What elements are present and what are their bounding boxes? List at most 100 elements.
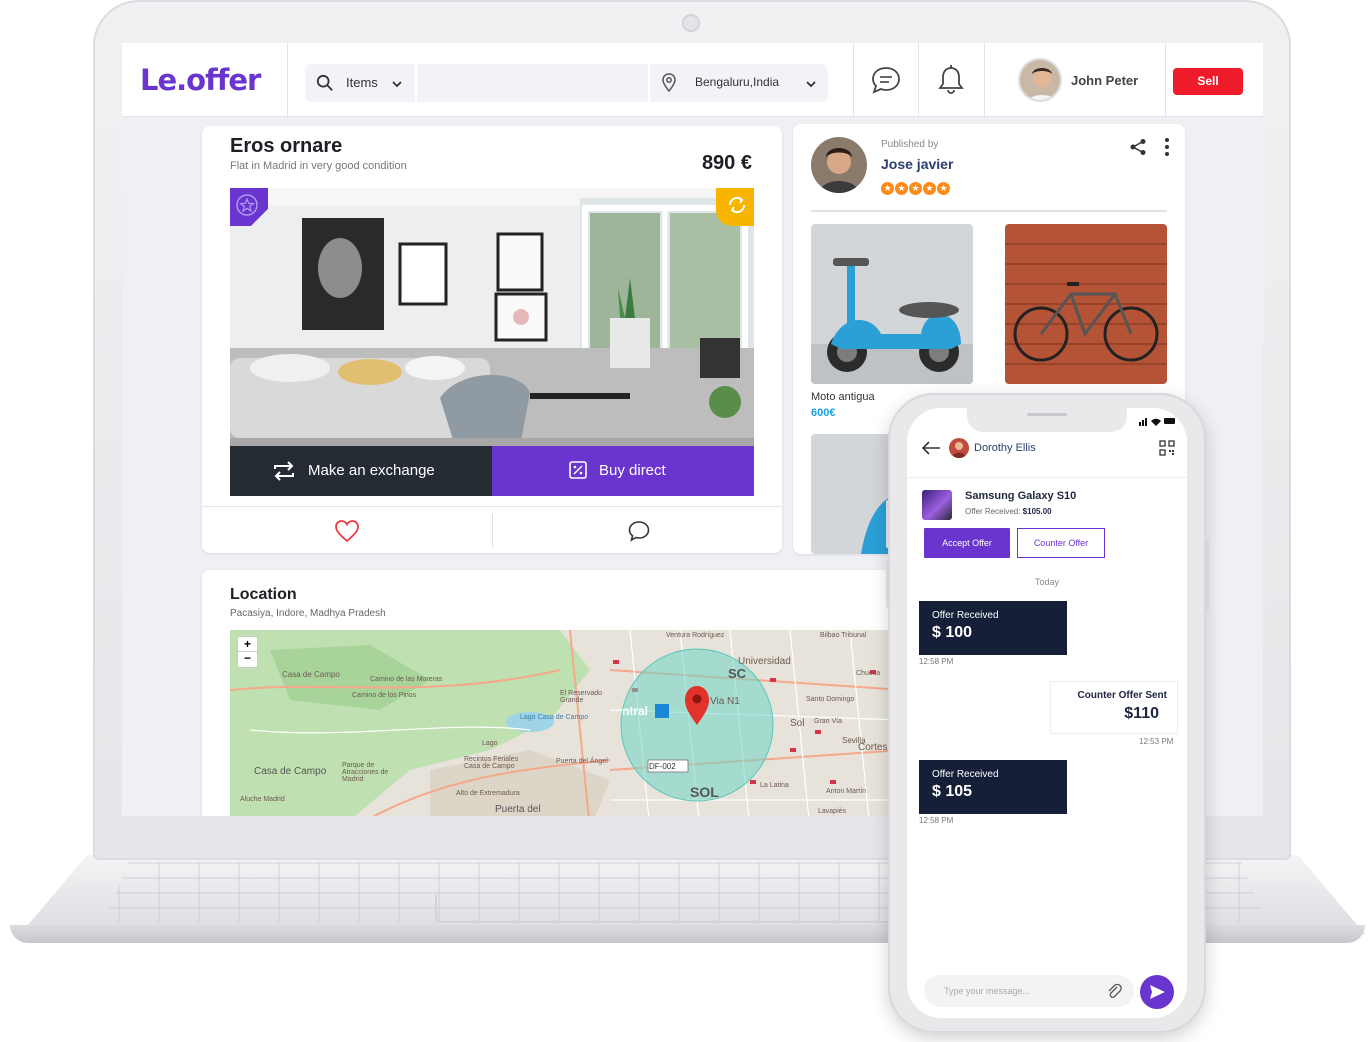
make-exchange-button[interactable]: Make an exchange bbox=[230, 446, 492, 496]
listing-subtitle: Flat in Madrid in very good condition bbox=[230, 160, 407, 172]
heart-icon[interactable] bbox=[334, 519, 360, 543]
divider bbox=[415, 64, 417, 102]
product-thumbnail[interactable] bbox=[811, 224, 973, 384]
phone-side-button bbox=[886, 560, 890, 608]
chevron-down-icon[interactable] bbox=[391, 78, 403, 90]
date-divider: Today bbox=[1034, 577, 1060, 587]
offer-received-value: $105.00 bbox=[1022, 507, 1052, 516]
map-pin-icon bbox=[662, 73, 676, 93]
user-name[interactable]: John Peter bbox=[1071, 73, 1138, 88]
phone-side-button bbox=[886, 500, 890, 548]
product-name[interactable]: Moto antigua bbox=[811, 391, 875, 403]
zoom-in-button[interactable]: + bbox=[238, 637, 257, 652]
back-arrow-icon[interactable] bbox=[921, 440, 941, 456]
location-map[interactable]: + − Universidad Sol Casa de Campo Puerta … bbox=[230, 630, 902, 816]
seller-rating: ★ ★ ★ ★ ★ bbox=[881, 178, 951, 196]
map-label: Lago bbox=[482, 740, 498, 747]
map-label: Chueca bbox=[856, 670, 881, 677]
product-thumbnail[interactable] bbox=[922, 490, 952, 520]
map-label: La Latina bbox=[760, 782, 789, 789]
search-icon bbox=[316, 74, 333, 91]
message-amount: $110 bbox=[1124, 705, 1159, 722]
star-icon: ★ bbox=[909, 182, 922, 195]
exchange-icon bbox=[274, 461, 294, 481]
search-bar[interactable]: Items Bengaluru,India bbox=[305, 64, 828, 102]
sell-button[interactable]: Sell bbox=[1173, 68, 1243, 95]
trackpad bbox=[435, 895, 935, 923]
listing-card: Eros ornare Flat in Madrid in very good … bbox=[202, 126, 782, 553]
buy-direct-button[interactable]: Buy direct bbox=[492, 446, 754, 496]
published-by-label: Published by bbox=[881, 139, 939, 150]
map-label: Parque de Atracciones de Madrid bbox=[342, 762, 389, 783]
divider bbox=[648, 64, 650, 102]
map-label: Lavapiés bbox=[818, 808, 847, 815]
message-input[interactable]: Type your message... bbox=[924, 975, 1134, 1007]
map-label: Lago Casa de Campo bbox=[520, 714, 589, 721]
divider bbox=[811, 210, 1167, 212]
bell-icon[interactable] bbox=[934, 63, 968, 97]
send-icon bbox=[1150, 985, 1165, 999]
map-label: Camino de las Moreras bbox=[370, 676, 443, 683]
seller-avatar[interactable] bbox=[811, 137, 867, 193]
message-time: 12:58 PM bbox=[919, 657, 954, 666]
accept-offer-button[interactable]: Accept Offer bbox=[924, 528, 1010, 558]
divider bbox=[853, 43, 854, 117]
counter-offer-button[interactable]: Counter Offer bbox=[1017, 528, 1105, 558]
message-bubble-sent: Counter Offer Sent $110 bbox=[1050, 681, 1178, 734]
speaker bbox=[1027, 413, 1067, 416]
divider bbox=[1165, 43, 1166, 117]
message-input-placeholder: Type your message... bbox=[944, 986, 1031, 996]
divider bbox=[202, 506, 782, 507]
buy-direct-label: Buy direct bbox=[599, 462, 666, 479]
logo[interactable]: Le.offer bbox=[140, 63, 261, 97]
message-label: Counter Offer Sent bbox=[1077, 690, 1167, 701]
product-price: 600€ bbox=[811, 407, 836, 419]
offer-received-summary: Offer Received: $105.00 bbox=[965, 507, 1052, 516]
location-select-label[interactable]: Bengaluru,India bbox=[695, 75, 779, 89]
map-label: Santo Domingo bbox=[806, 696, 855, 703]
map-label: El Reservado Grande bbox=[560, 690, 603, 704]
attachment-icon[interactable] bbox=[1106, 983, 1122, 999]
map-label: ntral bbox=[622, 704, 649, 718]
chevron-down-icon[interactable] bbox=[805, 78, 817, 90]
contact-avatar[interactable] bbox=[949, 438, 969, 458]
qr-code-icon[interactable] bbox=[1159, 440, 1175, 456]
offer-received-label: Offer Received: bbox=[965, 507, 1021, 516]
discount-tag-icon bbox=[569, 461, 587, 479]
star-icon: ★ bbox=[937, 182, 950, 195]
chat-header: Dorothy Ellis bbox=[907, 432, 1187, 478]
listing-photo[interactable] bbox=[230, 188, 754, 446]
status-bar-icons bbox=[1139, 418, 1175, 426]
message-label: Offer Received bbox=[932, 769, 999, 780]
send-button[interactable] bbox=[1140, 975, 1174, 1009]
phone-screen: Dorothy Ellis Samsung Galaxy S10 Offer R… bbox=[907, 408, 1187, 1018]
exchange-badge bbox=[716, 188, 754, 226]
map-label: Casa de Campo bbox=[254, 766, 327, 777]
divider bbox=[287, 43, 288, 117]
comment-icon[interactable] bbox=[627, 519, 651, 543]
map-zoom-control[interactable]: + − bbox=[237, 636, 258, 668]
more-options-icon[interactable] bbox=[1163, 137, 1171, 157]
avatar[interactable] bbox=[1018, 58, 1062, 102]
product-thumbnail[interactable] bbox=[1005, 224, 1167, 384]
category-select-label[interactable]: Items bbox=[346, 75, 378, 90]
message-bubble-received: Offer Received $ 105 bbox=[919, 760, 1067, 814]
message-time: 12:58 PM bbox=[919, 816, 954, 825]
share-icon[interactable] bbox=[1129, 138, 1147, 156]
top-navigation: Le.offer Items Bengaluru,India John Pete… bbox=[122, 43, 1263, 117]
zoom-out-button[interactable]: − bbox=[238, 652, 257, 667]
star-icon: ★ bbox=[881, 182, 894, 195]
camera bbox=[682, 14, 700, 32]
listing-price: 890 € bbox=[701, 152, 752, 174]
map-label: Ventura Rodríguez bbox=[666, 632, 725, 639]
contact-name[interactable]: Dorothy Ellis bbox=[974, 442, 1036, 454]
chat-icon[interactable] bbox=[869, 63, 903, 97]
star-icon: ★ bbox=[923, 182, 936, 195]
seller-name[interactable]: Jose javier bbox=[881, 156, 953, 172]
location-title: Location bbox=[230, 586, 297, 603]
star-icon: ★ bbox=[895, 182, 908, 195]
product-title[interactable]: Samsung Galaxy S10 bbox=[965, 490, 1076, 502]
map-label: Sol bbox=[790, 718, 805, 729]
message-amount: $ 105 bbox=[932, 783, 973, 800]
message-bubble-received: Offer Received $ 100 bbox=[919, 601, 1067, 655]
